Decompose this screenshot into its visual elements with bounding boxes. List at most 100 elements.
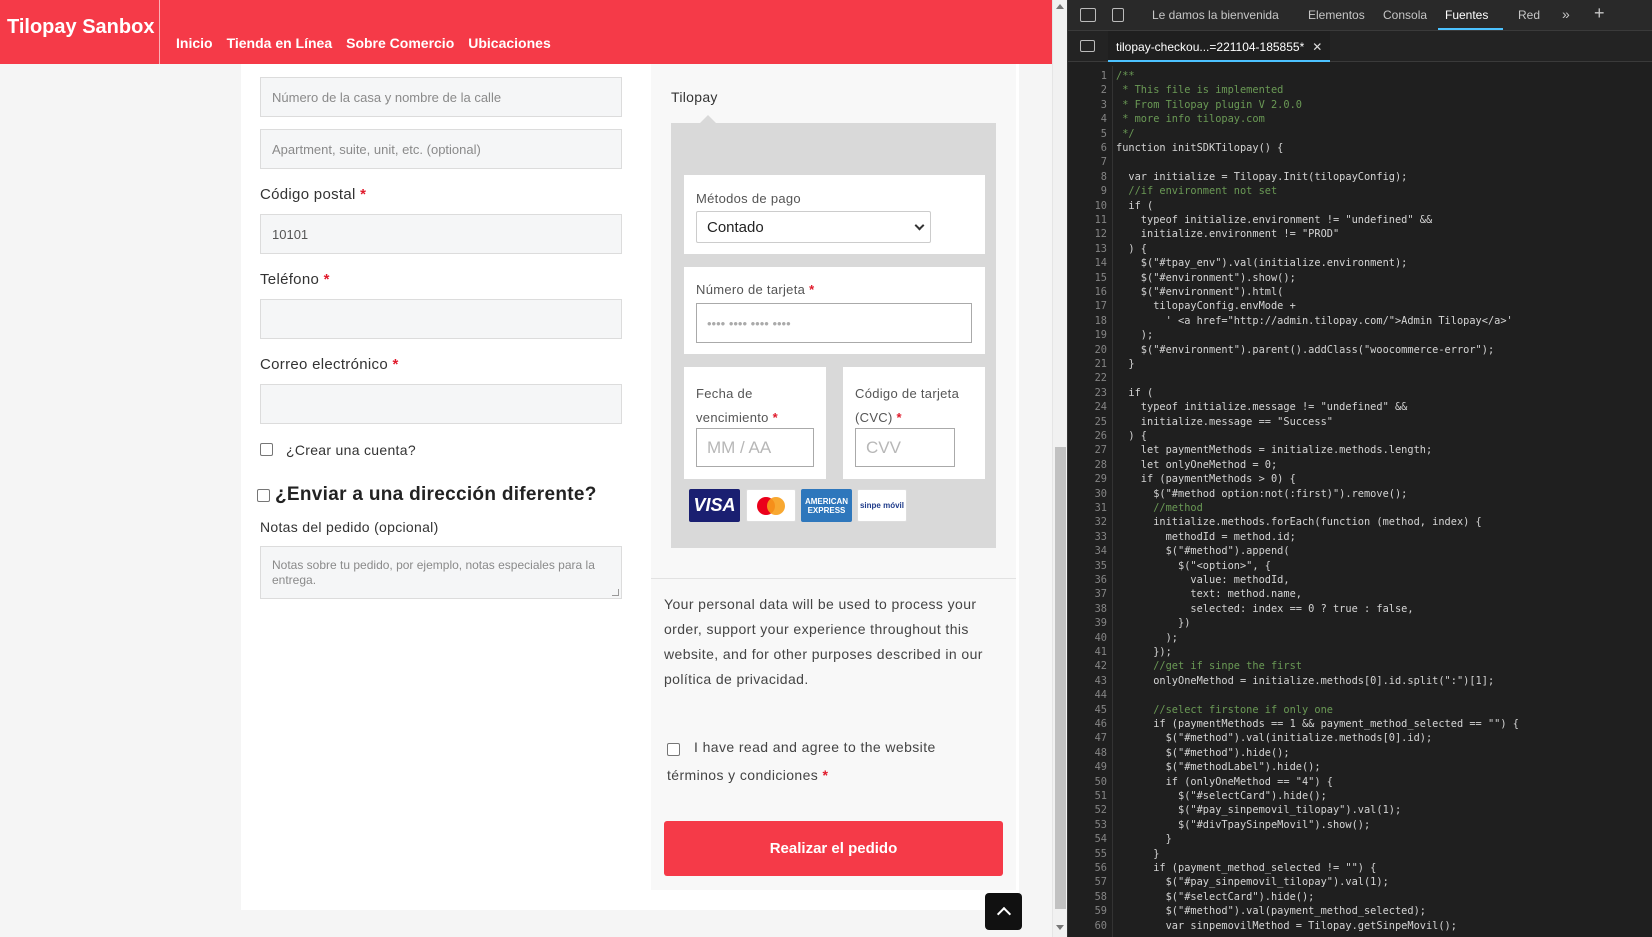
line-number[interactable]: 14 (1068, 257, 1107, 269)
toggle-navigator-icon[interactable] (1080, 40, 1095, 52)
nav-tienda-en-linea[interactable]: Tienda en Línea (227, 35, 333, 51)
line-number[interactable]: 22 (1068, 372, 1107, 384)
line-number[interactable]: 45 (1068, 704, 1107, 716)
line-number[interactable]: 37 (1068, 588, 1107, 600)
line-number[interactable]: 7 (1068, 156, 1107, 168)
line-number[interactable]: 13 (1068, 243, 1107, 255)
nav-ubicaciones[interactable]: Ubicaciones (468, 35, 550, 51)
scroll-up-arrow-icon[interactable] (1056, 4, 1064, 9)
line-number[interactable]: 32 (1068, 516, 1107, 528)
line-number[interactable]: 33 (1068, 531, 1107, 543)
line-number[interactable]: 58 (1068, 891, 1107, 903)
tab-network[interactable]: Red (1518, 8, 1540, 22)
tab-console[interactable]: Consola (1383, 8, 1427, 22)
close-icon[interactable]: ✕ (1312, 40, 1322, 54)
tab-elements[interactable]: Elementos (1308, 8, 1365, 22)
more-tabs-icon[interactable]: » (1562, 6, 1570, 22)
line-number[interactable]: 60 (1068, 920, 1107, 932)
line-number[interactable]: 30 (1068, 488, 1107, 500)
payment-method-select[interactable]: Contado (696, 211, 931, 243)
line-number[interactable]: 3 (1068, 99, 1107, 111)
line-number[interactable]: 5 (1068, 128, 1107, 140)
line-number[interactable]: 36 (1068, 574, 1107, 586)
line-number[interactable]: 43 (1068, 675, 1107, 687)
line-number[interactable]: 6 (1068, 142, 1107, 154)
line-number[interactable]: 4 (1068, 113, 1107, 125)
line-number[interactable]: 34 (1068, 545, 1107, 557)
line-number[interactable]: 18 (1068, 315, 1107, 327)
line-number[interactable]: 50 (1068, 776, 1107, 788)
nav-inicio[interactable]: Inicio (176, 35, 213, 51)
line-number[interactable]: 17 (1068, 300, 1107, 312)
line-number[interactable]: 51 (1068, 790, 1107, 802)
postal-code-input[interactable]: 10101 (260, 214, 622, 254)
order-notes-textarea[interactable]: Notas sobre tu pedido, por ejemplo, nota… (260, 546, 622, 599)
ship-different-checkbox[interactable] (257, 489, 270, 502)
line-number[interactable]: 40 (1068, 632, 1107, 644)
line-number[interactable]: 1 (1068, 70, 1107, 82)
line-number[interactable]: 8 (1068, 171, 1107, 183)
line-number[interactable]: 35 (1068, 560, 1107, 572)
line-number[interactable]: 28 (1068, 459, 1107, 471)
line-number[interactable]: 47 (1068, 732, 1107, 744)
expiry-input[interactable]: MM / AA (696, 428, 814, 467)
page-scrollbar[interactable] (1052, 0, 1067, 937)
tab-sources[interactable]: Fuentes (1445, 8, 1488, 22)
ship-different-heading[interactable]: ¿Enviar a una dirección diferente? (275, 484, 597, 506)
place-order-button[interactable]: Realizar el pedido (664, 821, 1003, 876)
line-number[interactable]: 23 (1068, 387, 1107, 399)
site-brand[interactable]: Tilopay Sanbox (7, 16, 154, 39)
resize-handle-icon[interactable] (612, 589, 619, 596)
email-input[interactable] (260, 384, 622, 424)
line-number[interactable]: 15 (1068, 272, 1107, 284)
inspect-element-icon[interactable] (1080, 8, 1096, 22)
tab-welcome[interactable]: Le damos la bienvenida (1152, 8, 1279, 22)
line-number[interactable]: 59 (1068, 905, 1107, 917)
code-editor[interactable]: 1/** 2 * This file is implemented 3 * From… (1068, 66, 1652, 937)
line-number[interactable]: 46 (1068, 718, 1107, 730)
phone-input[interactable] (260, 299, 622, 339)
line-number[interactable]: 48 (1068, 747, 1107, 759)
line-number[interactable]: 44 (1068, 689, 1107, 701)
source-file-tab[interactable]: tilopay-checkou...=221104-185855* ✕ (1108, 31, 1331, 62)
apartment-input[interactable]: Apartment, suite, unit, etc. (optional) (260, 129, 622, 169)
line-number[interactable]: 26 (1068, 430, 1107, 442)
line-number[interactable]: 57 (1068, 876, 1107, 888)
line-number[interactable]: 53 (1068, 819, 1107, 831)
create-account-checkbox[interactable] (260, 443, 273, 456)
create-account-label[interactable]: ¿Crear una cuenta? (286, 442, 416, 458)
line-number[interactable]: 24 (1068, 401, 1107, 413)
line-number[interactable]: 55 (1068, 848, 1107, 860)
line-number[interactable]: 25 (1068, 416, 1107, 428)
card-number-input[interactable]: •••• •••• •••• •••• (696, 303, 972, 343)
line-number[interactable]: 38 (1068, 603, 1107, 615)
line-number[interactable]: 16 (1068, 286, 1107, 298)
line-number[interactable]: 39 (1068, 617, 1107, 629)
line-number[interactable]: 2 (1068, 84, 1107, 96)
payment-method-tilopay[interactable]: Tilopay (671, 89, 718, 105)
scroll-to-top-button[interactable] (985, 893, 1022, 930)
line-number[interactable]: 19 (1068, 329, 1107, 341)
terms-checkbox[interactable] (667, 743, 680, 756)
line-number[interactable]: 27 (1068, 444, 1107, 456)
cvc-input[interactable]: CVV (855, 428, 955, 467)
street-address-input[interactable]: Número de la casa y nombre de la calle (260, 77, 622, 117)
line-number[interactable]: 29 (1068, 473, 1107, 485)
scroll-down-arrow-icon[interactable] (1056, 925, 1064, 930)
line-number[interactable]: 10 (1068, 200, 1107, 212)
line-number[interactable]: 52 (1068, 804, 1107, 816)
line-number[interactable]: 12 (1068, 228, 1107, 240)
line-number[interactable]: 21 (1068, 358, 1107, 370)
line-number[interactable]: 9 (1068, 185, 1107, 197)
line-number[interactable]: 20 (1068, 344, 1107, 356)
device-toolbar-icon[interactable] (1112, 8, 1124, 22)
line-number[interactable]: 41 (1068, 646, 1107, 658)
add-tab-icon[interactable]: + (1594, 3, 1605, 24)
line-number[interactable]: 54 (1068, 833, 1107, 845)
line-number[interactable]: 31 (1068, 502, 1107, 514)
line-number[interactable]: 11 (1068, 214, 1107, 226)
line-number[interactable]: 56 (1068, 862, 1107, 874)
line-number[interactable]: 42 (1068, 660, 1107, 672)
scrollbar-thumb[interactable] (1055, 447, 1066, 909)
line-number[interactable]: 49 (1068, 761, 1107, 773)
